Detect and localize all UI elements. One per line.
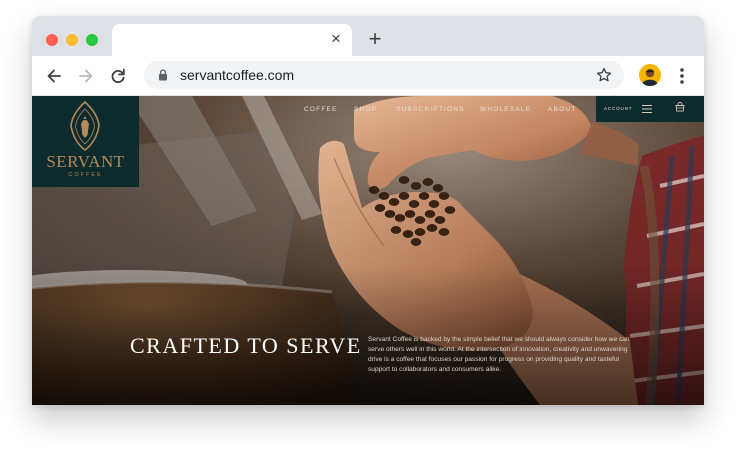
maximize-window-button[interactable] [86,34,98,46]
star-icon[interactable] [596,67,612,83]
nav-link-wholesale[interactable]: WHOLESALE [480,106,531,113]
browser-toolbar: servantcoffee.com [32,56,704,96]
hero-headline: CRAFTED TO SERVE [130,333,362,358]
kebab-menu-icon[interactable] [677,66,687,86]
back-arrow-icon[interactable] [44,66,64,86]
nav-link-shop[interactable]: SHOP [354,106,377,113]
close-window-button[interactable] [46,34,58,46]
account-bar: ACCOUNT [596,96,704,122]
forward-arrow-icon[interactable] [76,66,96,86]
hero-description: Servant Coffee is backed by the simple b… [368,336,630,373]
hamburger-menu-icon[interactable] [641,102,653,114]
nav-link-subscriptions[interactable]: SUBSCRIPTIONS [396,106,465,113]
cart-icon[interactable] [674,101,686,113]
browser-tab[interactable]: × [112,24,352,56]
logo-wordmark: SERVANT [46,152,125,171]
reload-icon[interactable] [108,66,128,86]
profile-avatar[interactable] [639,64,661,87]
tab-close-icon[interactable]: × [326,29,346,49]
url-text[interactable]: servantcoffee.com [180,61,294,89]
minimize-window-button[interactable] [66,34,78,46]
page-viewport: SERVANT COFFEE COFFEE SHOP SUBSCRIPTIONS… [32,96,704,405]
brand-logo[interactable]: SERVANT COFFEE [32,96,139,187]
nav-link-coffee[interactable]: COFFEE [304,106,338,113]
nav-link-about[interactable]: ABOUT [548,106,576,113]
address-bar[interactable]: servantcoffee.com [144,61,624,89]
new-tab-button[interactable]: + [364,28,386,50]
browser-window: × + servantcoffee.com SERVANT COFFEE COF… [32,16,704,405]
lock-icon [156,68,170,82]
logo-emblem-icon [70,100,100,151]
account-link[interactable]: ACCOUNT [604,106,632,111]
logo-subtitle: COFFEE [68,172,103,178]
tab-strip: × + [32,16,704,56]
